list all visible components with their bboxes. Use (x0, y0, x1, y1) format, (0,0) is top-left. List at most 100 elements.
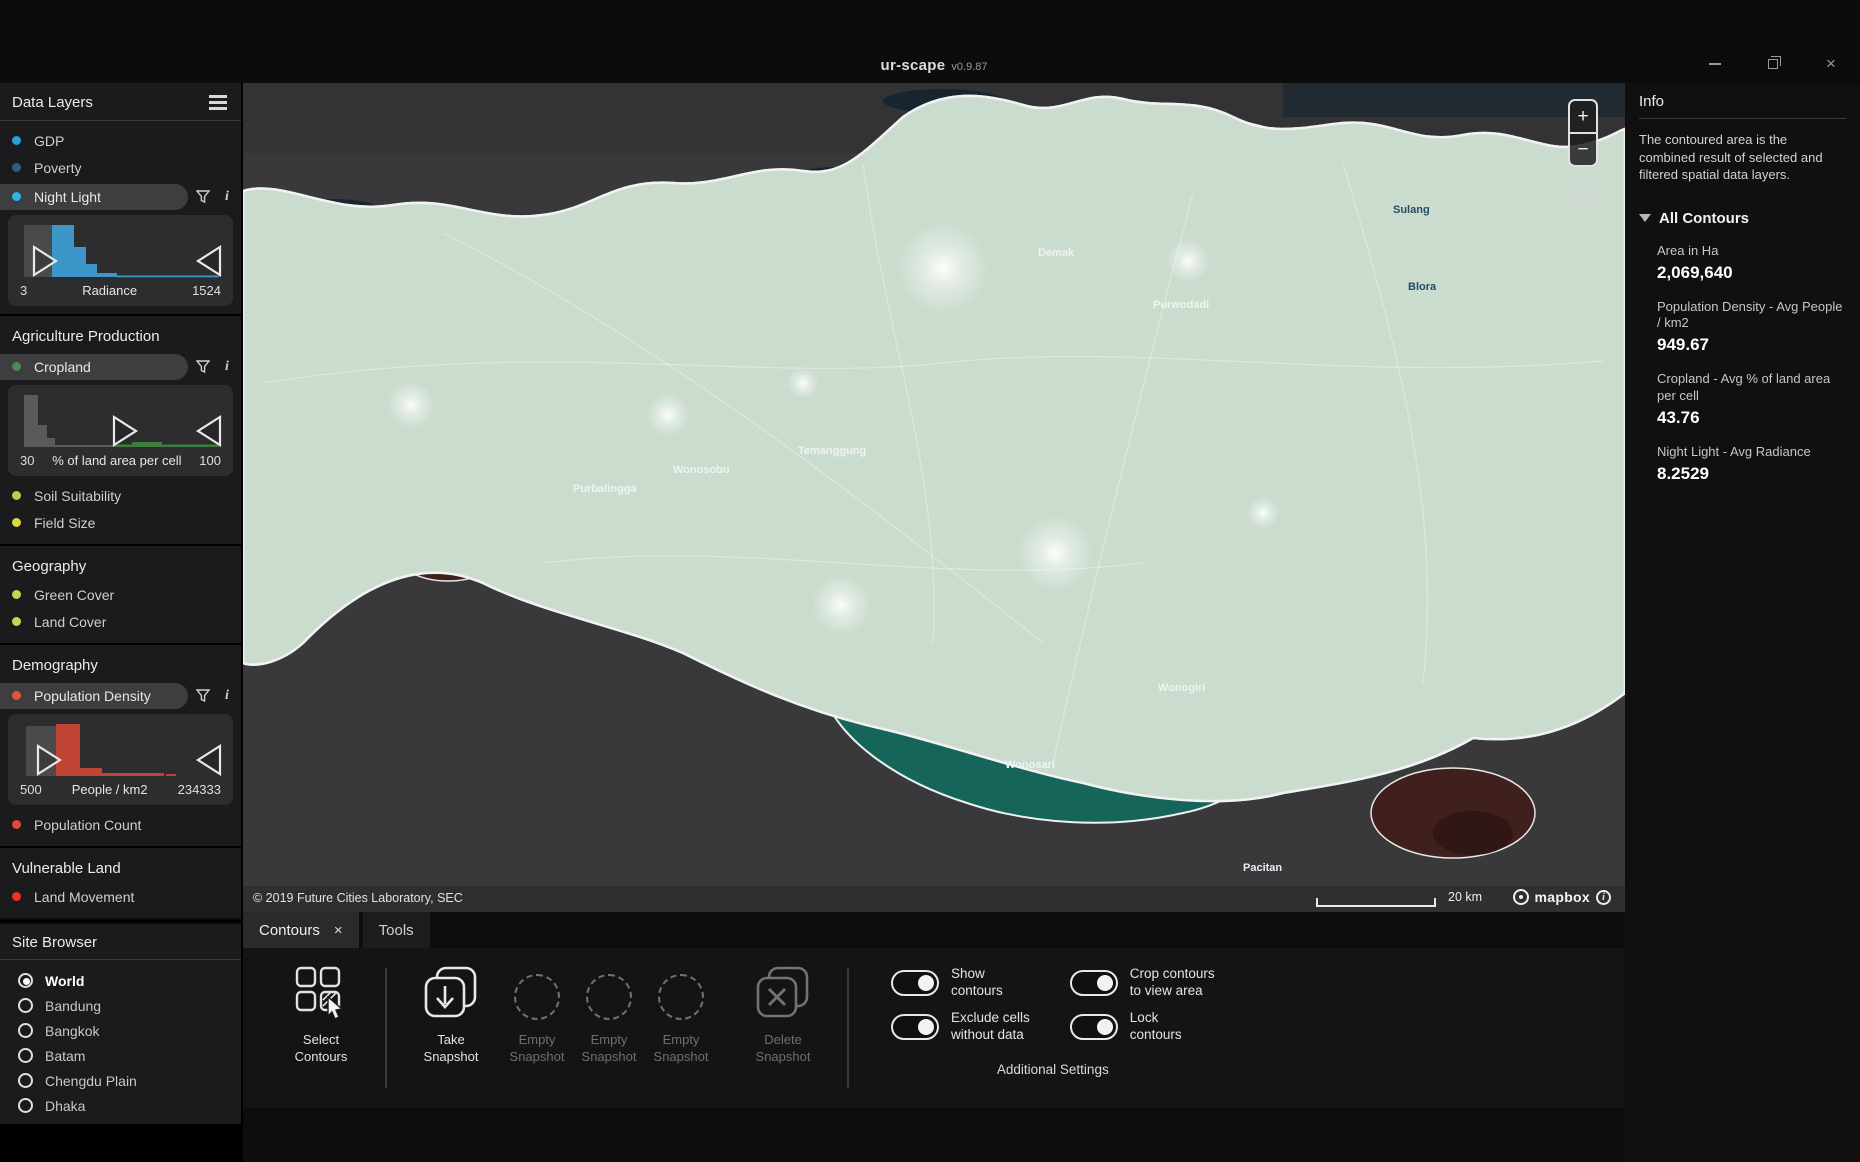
site-item-dhaka[interactable]: Dhaka (0, 1093, 241, 1118)
layer-dot (12, 590, 21, 599)
radio-icon (18, 998, 33, 1013)
histogram-min: 30 (20, 453, 34, 468)
site-item-bangkok[interactable]: Bangkok (0, 1018, 241, 1043)
population-density-histogram[interactable]: 500 People / km2 234333 (8, 714, 233, 805)
mapbox-wordmark[interactable]: mapbox (1535, 889, 1590, 905)
site-item-chengdu-plain[interactable]: Chengdu Plain (0, 1068, 241, 1093)
layer-item-land-cover[interactable]: Land Cover (0, 608, 241, 635)
histogram-max: 1524 (192, 283, 221, 298)
histogram-max-handle[interactable] (198, 247, 220, 275)
info-panel: Info The contoured area is the combined … (1625, 83, 1860, 1162)
toggle-show-contours[interactable]: Showcontours (891, 966, 1030, 1000)
radio-icon (18, 1098, 33, 1113)
layer-label: GDP (34, 133, 64, 149)
stat-value: 43.76 (1657, 408, 1846, 428)
map-label: Sulang (1393, 204, 1430, 216)
tab-close-icon[interactable]: × (334, 922, 343, 939)
toolbar-divider (385, 968, 387, 1088)
site-item-bandung[interactable]: Bandung (0, 993, 241, 1018)
filter-icon[interactable] (194, 188, 212, 206)
layer-label: Green Cover (34, 587, 114, 603)
map-canvas: Sulang Blora Demak Purwodadi Temanggung … (243, 83, 1625, 886)
map-label: Temanggung (798, 445, 866, 457)
close-button[interactable]: × (1820, 55, 1842, 73)
restore-button[interactable] (1762, 55, 1784, 73)
take-snapshot-button[interactable]: TakeSnapshot (401, 966, 501, 1066)
select-contours-button[interactable]: SelectContours (271, 966, 371, 1066)
layer-item-poverty[interactable]: Poverty (0, 154, 241, 181)
attribution-info-icon[interactable]: i (1596, 890, 1611, 905)
group-header-geography: Geography (0, 544, 241, 581)
all-contours-header[interactable]: All Contours (1639, 210, 1846, 227)
all-contours-title: All Contours (1659, 210, 1749, 227)
map-label: Blora (1408, 281, 1437, 293)
map-attribution: © 2019 Future Cities Laboratory, SEC (253, 891, 463, 905)
site-label: Batam (45, 1048, 85, 1064)
site-label: Bangkok (45, 1023, 99, 1039)
info-icon[interactable]: i (218, 687, 236, 705)
data-layers-title: Data Layers (12, 94, 93, 111)
filter-icon[interactable] (194, 687, 212, 705)
layer-item-night-light[interactable]: Night Light i (0, 182, 241, 211)
additional-settings-button[interactable]: Additional Settings (891, 1062, 1215, 1077)
radio-icon (18, 1048, 33, 1063)
map-zoom-control: + − (1568, 99, 1598, 167)
toggle-switch[interactable] (1070, 1014, 1118, 1040)
layer-item-population-density[interactable]: Population Density i (0, 681, 241, 710)
layer-item-land-movement[interactable]: Land Movement (0, 883, 241, 910)
tab-label: Tools (379, 922, 414, 939)
minimize-button[interactable] (1704, 55, 1726, 73)
map-scale-bar (1316, 898, 1436, 907)
empty-snapshot-icon (514, 974, 560, 1020)
site-label: Dhaka (45, 1098, 85, 1114)
stat-population-density: Population Density - Avg People / km2 94… (1657, 299, 1846, 356)
layer-dot (12, 362, 21, 371)
layer-item-gdp[interactable]: GDP (0, 127, 241, 154)
toggle-switch[interactable] (1070, 970, 1118, 996)
layer-item-field-size[interactable]: Field Size (0, 509, 241, 536)
zoom-out-button[interactable]: − (1570, 134, 1596, 165)
map-layers-button[interactable] (1564, 178, 1602, 217)
layer-label: Land Movement (34, 889, 134, 905)
histogram-axis-label: Radiance (82, 283, 137, 298)
map-label: Pacitan (1243, 862, 1282, 874)
cropland-histogram[interactable]: 30 % of land area per cell 100 (8, 385, 233, 476)
stat-label: Area in Ha (1657, 243, 1846, 260)
toggle-switch[interactable] (891, 970, 939, 996)
mapbox-logo-icon[interactable] (1513, 889, 1529, 905)
layer-item-cropland[interactable]: Cropland i (0, 352, 241, 381)
night-light-histogram[interactable]: 3 Radiance 1524 (8, 215, 233, 306)
info-icon[interactable]: i (218, 358, 236, 376)
map-label: Purbalingga (573, 483, 637, 495)
histogram-max-handle[interactable] (198, 746, 220, 774)
toggle-exclude-cells[interactable]: Exclude cellswithout data (891, 1010, 1030, 1044)
group-header-demography: Demography (0, 643, 241, 680)
info-icon[interactable]: i (218, 188, 236, 206)
site-item-batam[interactable]: Batam (0, 1043, 241, 1068)
map-label: Demak (1038, 247, 1075, 259)
layer-item-soil-suitability[interactable]: Soil Suitability (0, 482, 241, 509)
stat-value: 2,069,640 (1657, 263, 1846, 283)
histogram-min-handle[interactable] (114, 417, 136, 445)
toolbar-divider (847, 968, 849, 1088)
toggle-switch[interactable] (891, 1014, 939, 1040)
toggle-lock-contours[interactable]: Lockcontours (1070, 1010, 1215, 1044)
layer-item-population-count[interactable]: Population Count (0, 811, 241, 838)
collapse-triangle-icon (1639, 214, 1651, 222)
layer-dot (12, 617, 21, 626)
histogram-max-handle[interactable] (198, 417, 220, 445)
map-viewport[interactable]: Sulang Blora Demak Purwodadi Temanggung … (243, 83, 1625, 912)
radio-icon (18, 1023, 33, 1038)
layer-item-green-cover[interactable]: Green Cover (0, 581, 241, 608)
tab-contours[interactable]: Contours × (243, 912, 359, 948)
site-item-world[interactable]: World (0, 968, 241, 993)
delete-snapshot-icon (756, 966, 810, 1020)
hamburger-menu-icon[interactable] (207, 93, 229, 112)
tab-tools[interactable]: Tools (363, 912, 430, 948)
layer-dot (12, 892, 21, 901)
filter-icon[interactable] (194, 358, 212, 376)
group-header-agriculture: Agriculture Production (0, 314, 241, 351)
layer-dot (12, 192, 21, 201)
toggle-crop-contours[interactable]: Crop contoursto view area (1070, 966, 1215, 1000)
zoom-in-button[interactable]: + (1570, 101, 1596, 132)
